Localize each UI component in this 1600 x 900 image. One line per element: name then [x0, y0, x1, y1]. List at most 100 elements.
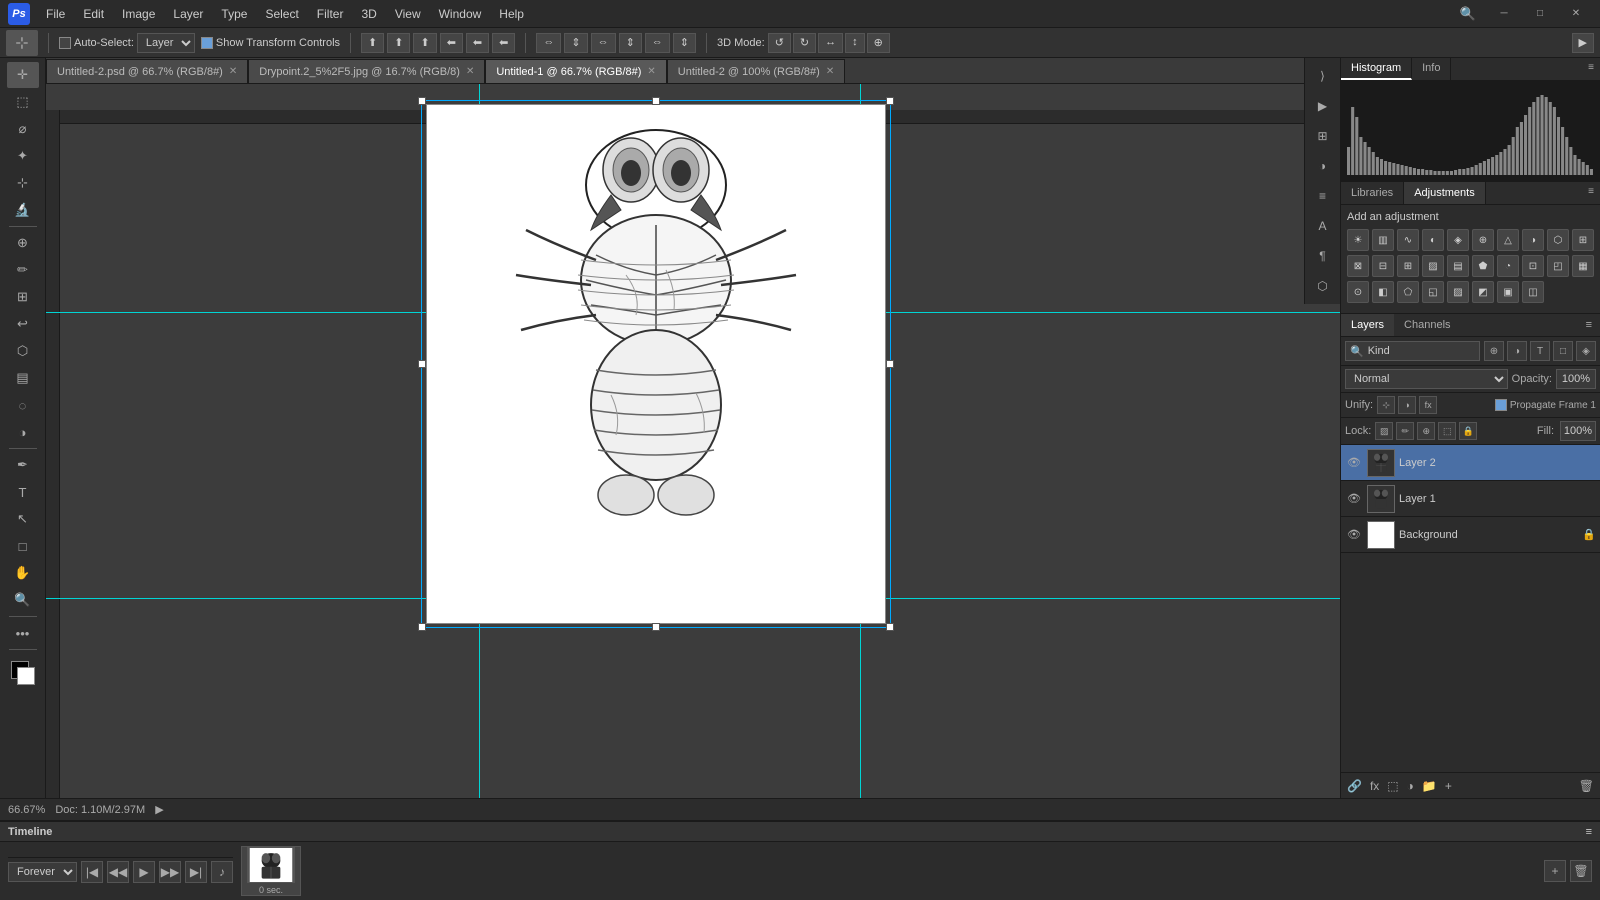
handle-middle-left[interactable] — [418, 360, 426, 368]
tab-untitled1[interactable]: Untitled-1 @ 66.7% (RGB/8#) ✕ — [485, 59, 666, 83]
fill-input[interactable] — [1560, 421, 1596, 441]
last-frame-btn[interactable]: ▶| — [185, 861, 207, 883]
marquee-tool[interactable]: ⬚ — [7, 89, 39, 115]
align-bottom-btn[interactable]: ⬆ — [413, 33, 436, 53]
menu-filter[interactable]: Filter — [309, 4, 352, 24]
levels-btn[interactable]: ▥ — [1372, 229, 1394, 251]
shadows-btn[interactable]: ◔ — [1497, 255, 1519, 277]
hue-sat-btn[interactable]: ⊕ — [1472, 229, 1494, 251]
lasso-tool[interactable]: ⌀ — [7, 116, 39, 142]
lock-transparent-icon[interactable]: ▨ — [1375, 422, 1393, 440]
3d-btn4[interactable]: ↕ — [845, 33, 865, 53]
sidebar-3d-icon[interactable]: ⬡ — [1309, 272, 1337, 300]
auto-select-checkbox[interactable] — [59, 37, 71, 49]
filter-type-icon[interactable]: T — [1530, 341, 1550, 361]
next-frame-btn[interactable]: ▶▶ — [159, 861, 181, 883]
menu-image[interactable]: Image — [114, 4, 163, 24]
3d-btn2[interactable]: ↻ — [793, 33, 816, 53]
layer-bg-visibility[interactable]: 👁 — [1345, 526, 1363, 544]
lock-artboard-icon[interactable]: ⬚ — [1438, 422, 1456, 440]
dodge-tool[interactable]: ◑ — [7, 419, 39, 445]
extra-btn7[interactable]: ◱ — [1422, 281, 1444, 303]
quick-select-tool[interactable]: ✦ — [7, 143, 39, 169]
tab-channels[interactable]: Channels — [1394, 314, 1460, 336]
layers-filter-dropdown[interactable]: 🔍 Kind — [1345, 341, 1480, 361]
extra-btn8[interactable]: ▨ — [1447, 281, 1469, 303]
align-left-btn[interactable]: ⬅ — [440, 33, 463, 53]
audio-btn[interactable]: ♪ — [211, 861, 233, 883]
menu-view[interactable]: View — [387, 4, 429, 24]
hand-tool[interactable]: ✋ — [7, 560, 39, 586]
tab-info[interactable]: Info — [1412, 58, 1451, 80]
filter-pixel-icon[interactable]: ⊕ — [1484, 341, 1504, 361]
first-frame-btn[interactable]: |◀ — [81, 861, 103, 883]
eyedropper-tool[interactable]: 🔬 — [7, 197, 39, 223]
dist-btn5[interactable]: ⇔ — [645, 33, 670, 53]
brush-tool[interactable]: ✏ — [7, 257, 39, 283]
bw-btn[interactable]: ◑ — [1522, 229, 1544, 251]
close-tab-1[interactable]: ✕ — [229, 66, 237, 77]
delete-frame-btn[interactable]: 🗑 — [1570, 860, 1592, 882]
unify-face-icon[interactable]: ◑ — [1398, 396, 1416, 414]
extra-btn6[interactable]: ⬠ — [1397, 281, 1419, 303]
handle-bottom-center[interactable] — [652, 623, 660, 631]
3d-btn3[interactable]: ↔ — [818, 33, 843, 53]
align-hcenter-btn[interactable]: ⬅ — [466, 33, 489, 53]
extra-btn2[interactable]: ◰ — [1547, 255, 1569, 277]
dist-btn6[interactable]: ⇕ — [673, 33, 696, 53]
lock-paint-icon[interactable]: ✏ — [1396, 422, 1414, 440]
path-select-tool[interactable]: ↖ — [7, 506, 39, 532]
dist-v-btn[interactable]: ⇕ — [564, 33, 587, 53]
tab-libraries[interactable]: Libraries — [1341, 182, 1404, 204]
prev-frame-btn[interactable]: ◀◀ — [107, 861, 129, 883]
tab-untitled2-100[interactable]: Untitled-2 @ 100% (RGB/8#) ✕ — [667, 59, 845, 83]
align-vcenter-btn[interactable]: ⬆ — [387, 33, 410, 53]
pen-tool[interactable]: ✒ — [7, 452, 39, 478]
gradient-map-btn[interactable]: ▤ — [1447, 255, 1469, 277]
blur-tool[interactable]: ◌ — [7, 392, 39, 418]
add-fx-btn[interactable]: fx — [1370, 779, 1379, 793]
layer-item-1[interactable]: 👁 Layer 1 — [1341, 481, 1600, 517]
lock-move-icon[interactable]: ⊕ — [1417, 422, 1435, 440]
handle-top-right[interactable] — [886, 97, 894, 105]
zoom-tool[interactable]: 🔍 — [7, 587, 39, 613]
extra-btn11[interactable]: ◫ — [1522, 281, 1544, 303]
add-adjustment-btn[interactable]: ◑ — [1407, 779, 1414, 793]
tab-layers[interactable]: Layers — [1341, 314, 1394, 336]
tab-adjustments[interactable]: Adjustments — [1404, 182, 1486, 204]
menu-select[interactable]: Select — [257, 4, 306, 24]
add-layer-btn[interactable]: + — [1445, 779, 1452, 793]
extra-btn9[interactable]: ◩ — [1472, 281, 1494, 303]
align-top-btn[interactable]: ⬆ — [361, 33, 384, 53]
color-lookup-btn[interactable]: ⊠ — [1347, 255, 1369, 277]
extra-btn10[interactable]: ▣ — [1497, 281, 1519, 303]
search-icon[interactable]: 🔍 — [1452, 1, 1484, 27]
handle-bottom-left[interactable] — [418, 623, 426, 631]
filter-shape-icon[interactable]: □ — [1553, 341, 1573, 361]
extra-btn3[interactable]: ▦ — [1572, 255, 1594, 277]
menu-layer[interactable]: Layer — [165, 4, 211, 24]
delete-layer-btn[interactable]: 🗑 — [1579, 779, 1594, 793]
eraser-tool[interactable]: ⬡ — [7, 338, 39, 364]
add-group-btn[interactable]: 📁 — [1422, 779, 1437, 793]
layer-item-2[interactable]: 👁 Layer 2 — [1341, 445, 1600, 481]
layers-panel-menu[interactable]: ≡ — [1578, 315, 1600, 335]
blend-mode-dropdown[interactable]: Normal Multiply Screen — [1345, 369, 1508, 389]
dist-h-btn[interactable]: ⇔ — [536, 33, 561, 53]
menu-file[interactable]: File — [38, 4, 73, 24]
adj-close[interactable]: ≡ — [1582, 182, 1600, 204]
move-tool-icon[interactable]: ⊹ — [6, 30, 38, 56]
tab-drypoint[interactable]: Drypoint.2_5%2F5.jpg @ 16.7% (RGB/8) ✕ — [248, 59, 485, 83]
show-transform-checkbox[interactable] — [201, 37, 213, 49]
extra-btn5[interactable]: ◧ — [1372, 281, 1394, 303]
propagate-checkbox[interactable] — [1495, 399, 1507, 411]
sidebar-collapse-icon[interactable]: ⟩ — [1309, 62, 1337, 90]
lock-all-icon[interactable]: 🔒 — [1459, 422, 1477, 440]
menu-edit[interactable]: Edit — [75, 4, 112, 24]
layer-2-visibility[interactable]: 👁 — [1345, 454, 1363, 472]
clone-tool[interactable]: ⊞ — [7, 284, 39, 310]
unify-pos-icon[interactable]: ⊹ — [1377, 396, 1395, 414]
menu-window[interactable]: Window — [431, 4, 490, 24]
frame-1[interactable]: 0 sec. — [241, 846, 301, 896]
align-right-btn[interactable]: ⬅ — [492, 33, 515, 53]
